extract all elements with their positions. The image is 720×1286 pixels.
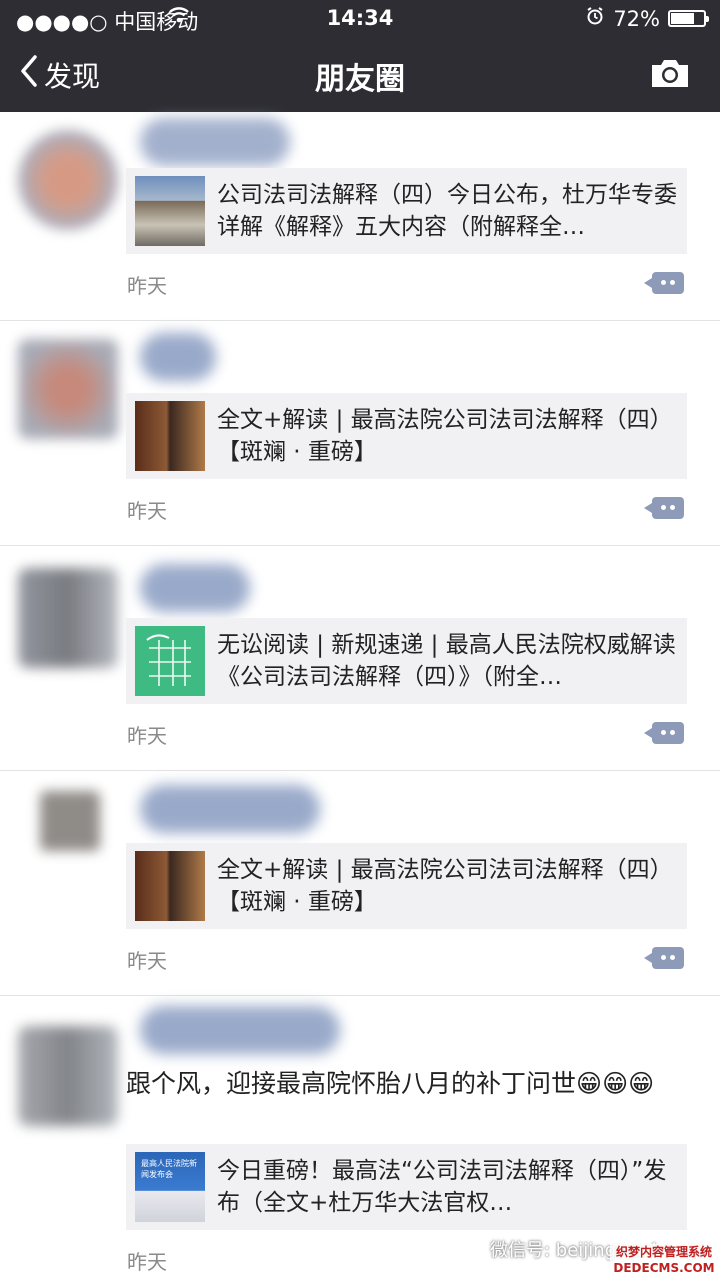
post-time: 昨天: [127, 499, 167, 523]
article-thumbnail: [135, 176, 205, 246]
wechat-logo-icon: [454, 1234, 484, 1263]
username-blurred[interactable]: [140, 564, 250, 612]
battery-icon: [668, 10, 709, 27]
moment-post: 全文+解读 | 最高法院公司法司法解释（四）【斑斓 · 重磅】 昨天: [0, 321, 720, 546]
post-time: 昨天: [127, 949, 167, 973]
article-thumbnail: [135, 626, 205, 696]
shared-link-card[interactable]: 无讼阅读 | 新规速递 | 最高人民法院权威解读《公司法司法解释（四）》（附全…: [126, 618, 687, 704]
comment-icon[interactable]: [644, 947, 684, 969]
shared-link-card[interactable]: 全文+解读 | 最高法院公司法司法解释（四）【斑斓 · 重磅】: [126, 843, 687, 929]
battery-percent: 72%: [613, 6, 660, 31]
username-blurred[interactable]: [140, 1006, 340, 1054]
post-time: 昨天: [127, 724, 167, 748]
comment-icon[interactable]: [644, 272, 684, 294]
username-blurred[interactable]: [140, 333, 216, 381]
avatar[interactable]: [40, 791, 100, 851]
alarm-icon: [585, 6, 605, 31]
post-time: 昨天: [127, 1250, 167, 1274]
page-title: 朋友圈: [315, 62, 405, 97]
link-title: 无讼阅读 | 新规速递 | 最高人民法院权威解读《公司法司法解释（四）》（附全…: [217, 632, 676, 690]
link-title: 全文+解读 | 最高法院公司法司法解释（四）【斑斓 · 重磅】: [217, 407, 673, 465]
shared-link-card[interactable]: 最高人民法院新闻发布会 今日重磅！最高法“公司法司法解释（四）”发布（全文+杜万…: [126, 1144, 687, 1230]
thumbnail-caption: 最高人民法院新闻发布会: [141, 1159, 197, 1179]
status-right: 72%: [585, 6, 709, 31]
post-text: 跟个风，迎接最高院怀胎八月的补丁问世😁😁😁: [126, 1069, 655, 1098]
camera-icon[interactable]: [650, 56, 690, 94]
avatar[interactable]: [18, 1026, 118, 1126]
battery-fill: [671, 13, 694, 24]
link-title: 公司法司法解释（四）今日公布，杜万华专委详解《解释》五大内容（附解释全…: [217, 182, 677, 240]
shared-link-card[interactable]: 全文+解读 | 最高法院公司法司法解释（四）【斑斓 · 重磅】: [126, 393, 687, 479]
comment-icon[interactable]: [644, 497, 684, 519]
article-thumbnail: 最高人民法院新闻发布会: [135, 1152, 205, 1222]
post-time: 昨天: [127, 274, 167, 298]
avatar[interactable]: [18, 130, 118, 230]
link-title: 全文+解读 | 最高法院公司法司法解释（四）【斑斓 · 重磅】: [217, 857, 673, 915]
moment-post: 公司法司法解释（四）今日公布，杜万华专委详解《解释》五大内容（附解释全… 昨天: [0, 112, 720, 321]
comment-icon[interactable]: [644, 722, 684, 744]
username-blurred[interactable]: [140, 118, 290, 166]
moment-post: 全文+解读 | 最高法院公司法司法解释（四）【斑斓 · 重磅】 昨天: [0, 771, 720, 996]
nav-bar: 发现 朋友圈: [0, 36, 720, 112]
article-thumbnail: [135, 851, 205, 921]
article-thumbnail: [135, 401, 205, 471]
moment-post: 无讼阅读 | 新规速递 | 最高人民法院权威解读《公司法司法解释（四）》（附全……: [0, 546, 720, 771]
grid-logo-icon: [146, 634, 191, 686]
avatar[interactable]: [18, 339, 118, 439]
site-watermark: 织梦内容管理系统 DEDECMS.COM: [610, 1244, 718, 1278]
username-blurred[interactable]: [140, 785, 320, 833]
status-bar: ●●●●○ 中国移动 14:34 72%: [0, 0, 720, 36]
avatar[interactable]: [18, 568, 118, 668]
link-title: 今日重磅！最高法“公司法司法解释（四）”发布（全文+杜万华大法官权…: [217, 1158, 667, 1216]
shared-link-card[interactable]: 公司法司法解释（四）今日公布，杜万华专委详解《解释》五大内容（附解释全…: [126, 168, 687, 254]
